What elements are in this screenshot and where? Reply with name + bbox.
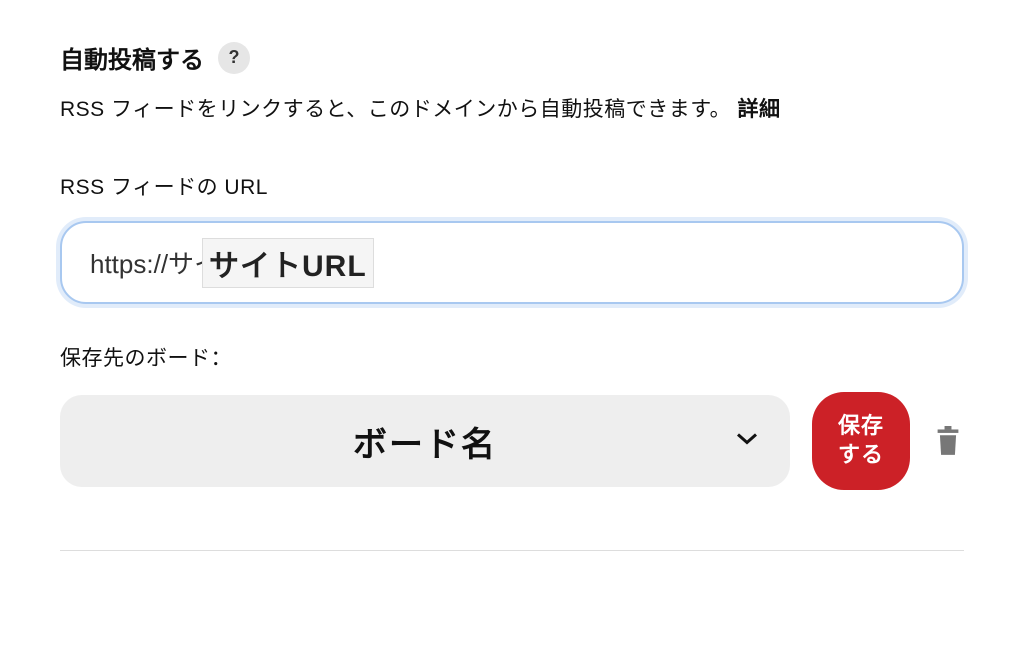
section-title: 自動投稿する	[60, 40, 204, 75]
save-button-label-line1: 保存	[838, 412, 884, 441]
section-divider	[60, 550, 964, 551]
chevron-down-icon	[736, 432, 758, 451]
header-row: 自動投稿する ?	[60, 40, 964, 75]
board-select-label: ボード名	[353, 417, 497, 466]
description-body: RSS フィードをリンクすると、このドメインから自動投稿できます。	[60, 98, 731, 121]
board-label: 保存先のボード：	[60, 342, 964, 372]
details-link[interactable]: 詳細	[738, 98, 781, 121]
help-icon[interactable]: ?	[218, 42, 250, 74]
rss-url-input-wrapper: サイトURL	[60, 221, 964, 304]
board-select[interactable]: ボード名	[60, 395, 790, 487]
description-text: RSS フィードをリンクすると、このドメインから自動投稿できます。 詳細	[60, 93, 964, 123]
rss-url-input[interactable]	[60, 221, 964, 304]
trash-icon[interactable]	[932, 425, 964, 457]
save-button[interactable]: 保存 する	[812, 392, 910, 490]
rss-url-label: RSS フィードの URL	[60, 171, 964, 201]
site-url-placeholder-tag: サイトURL	[202, 238, 374, 288]
save-button-label-line2: する	[838, 441, 884, 470]
board-row: ボード名 保存 する	[60, 392, 964, 490]
